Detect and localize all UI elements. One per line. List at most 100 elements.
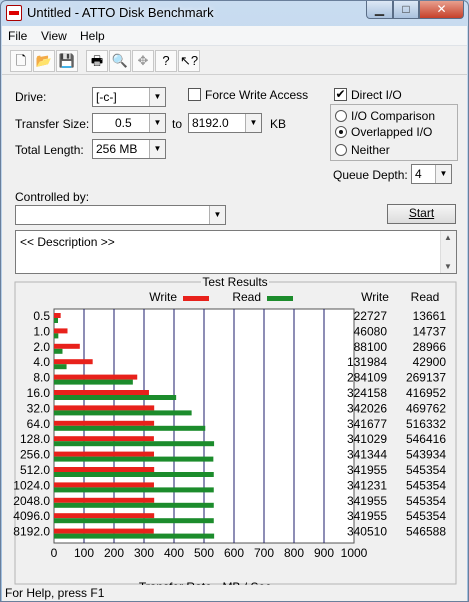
write-value: 131984: [347, 355, 387, 369]
scroll-down-icon[interactable]: ▼: [444, 262, 452, 271]
write-value: 284109: [347, 371, 387, 385]
open-button[interactable]: 📂: [33, 50, 55, 72]
title-bar[interactable]: Untitled - ATTO Disk Benchmark ▁ □ ✕: [1, 1, 468, 25]
x-tick-label: 200: [104, 546, 124, 560]
test-results-chart: Test Results Write Read Write Read 0 100 2…: [13, 275, 457, 594]
maximize-button[interactable]: □: [393, 1, 419, 19]
force-write-checkbox[interactable]: [188, 88, 201, 101]
write-value: 341677: [347, 417, 387, 431]
context-help-icon: ↖?: [179, 53, 199, 68]
read-value: 543934: [406, 448, 446, 462]
save-button[interactable]: 💾: [56, 50, 78, 72]
write-value: 342026: [347, 401, 387, 415]
read-bar: [54, 456, 214, 462]
category-label: 512.0: [20, 463, 50, 477]
write-bar: [54, 359, 93, 365]
kb-label: KB: [270, 117, 287, 131]
read-legend-swatch: [267, 296, 293, 301]
minimize-icon: ▁: [374, 2, 385, 16]
queue-depth-select[interactable]: 4 ▼: [411, 164, 452, 184]
write-column-header: Write: [361, 290, 389, 304]
read-bar: [54, 318, 59, 323]
transfer-from-select[interactable]: 0.5 ▼: [92, 113, 166, 133]
read-value: 545354: [406, 463, 446, 477]
menu-view[interactable]: View: [41, 29, 67, 43]
description-field[interactable]: << Description >> ▲ ▼: [15, 230, 457, 274]
description-scrollbar[interactable]: ▲ ▼: [440, 231, 456, 273]
write-value: 341029: [347, 432, 387, 446]
close-icon: ✕: [436, 2, 447, 16]
neither-radio[interactable]: [335, 144, 347, 156]
to-label: to: [172, 117, 183, 131]
scroll-up-icon[interactable]: ▲: [444, 233, 452, 242]
write-bar: [54, 513, 155, 519]
read-bar: [54, 441, 215, 447]
move-button[interactable]: ✥: [132, 50, 154, 72]
category-label: 128.0: [20, 432, 50, 446]
write-value: 341344: [347, 448, 387, 462]
category-label: 16.0: [27, 386, 51, 400]
read-value: 546416: [406, 432, 446, 446]
read-bar: [54, 533, 215, 539]
close-button[interactable]: ✕: [419, 1, 464, 19]
read-bar: [54, 518, 214, 524]
window-title: Untitled - ATTO Disk Benchmark: [27, 5, 214, 20]
category-label: 32.0: [27, 401, 51, 415]
category-label: 2.0: [33, 340, 50, 354]
new-button[interactable]: 🗋: [10, 50, 32, 72]
start-button[interactable]: Start: [387, 204, 456, 224]
neither-label: Neither: [351, 143, 390, 157]
read-bar: [54, 364, 67, 370]
read-bar: [54, 395, 177, 400]
io-comparison-radio[interactable]: [335, 110, 347, 122]
toolbar: 🗋 📂 💾 🖶 🔍 ✥ ? ↖?: [2, 47, 467, 75]
minimize-button[interactable]: ▁: [366, 1, 393, 19]
read-value: 516332: [406, 417, 446, 431]
drive-value: [-c-]: [96, 90, 117, 104]
write-legend-label: Write: [149, 290, 177, 304]
category-label: 2048.0: [13, 494, 50, 508]
x-tick-label: 900: [314, 546, 334, 560]
read-bar: [54, 379, 133, 385]
print-button[interactable]: 🖶: [86, 50, 108, 72]
overlapped-io-radio[interactable]: [335, 126, 347, 138]
app-window: Untitled - ATTO Disk Benchmark ▁ □ ✕ Fil…: [0, 0, 469, 602]
menu-help[interactable]: Help: [80, 29, 105, 43]
menu-file[interactable]: File: [8, 29, 27, 43]
write-value: 340510: [347, 525, 387, 539]
chevron-down-icon: ▼: [435, 165, 451, 183]
controlled-by-select[interactable]: ▼: [15, 205, 226, 225]
total-length-value: 256 MB: [96, 142, 138, 156]
write-bar: [54, 374, 138, 380]
x-tick-label: 300: [134, 546, 154, 560]
controlled-by-label: Controlled by:: [15, 190, 90, 204]
direct-io-label: Direct I/O: [351, 88, 402, 102]
transfer-to-select[interactable]: 8192.0 ▼: [188, 113, 262, 133]
drive-select[interactable]: [-c-] ▼: [92, 87, 166, 107]
read-bar: [54, 410, 192, 416]
write-bar: [54, 420, 155, 426]
force-write-label: Force Write Access: [205, 88, 309, 102]
category-label: 8.0: [33, 371, 50, 385]
read-legend-label: Read: [232, 290, 261, 304]
results-title: Test Results: [202, 275, 267, 289]
write-bar: [54, 390, 149, 395]
help-button[interactable]: ?: [155, 50, 177, 72]
category-label: 64.0: [27, 417, 51, 431]
transfer-to-value: 8192.0: [192, 116, 229, 130]
total-length-select[interactable]: 256 MB ▼: [92, 139, 166, 159]
read-value: 546588: [406, 525, 446, 539]
read-bar: [54, 333, 59, 339]
description-text: << Description >>: [20, 235, 115, 249]
x-tick-label: 1000: [341, 546, 368, 560]
x-tick-label: 100: [74, 546, 94, 560]
print-preview-button[interactable]: 🔍: [109, 50, 131, 72]
read-bar: [54, 502, 214, 508]
context-help-button[interactable]: ↖?: [178, 50, 200, 72]
write-value: 341955: [347, 509, 387, 523]
write-legend-swatch: [183, 296, 209, 301]
direct-io-checkbox[interactable]: ✔: [334, 88, 347, 101]
transfer-size-label: Transfer Size:: [15, 117, 90, 131]
category-label: 0.5: [33, 309, 50, 323]
transfer-from-value: 0.5: [115, 116, 132, 130]
